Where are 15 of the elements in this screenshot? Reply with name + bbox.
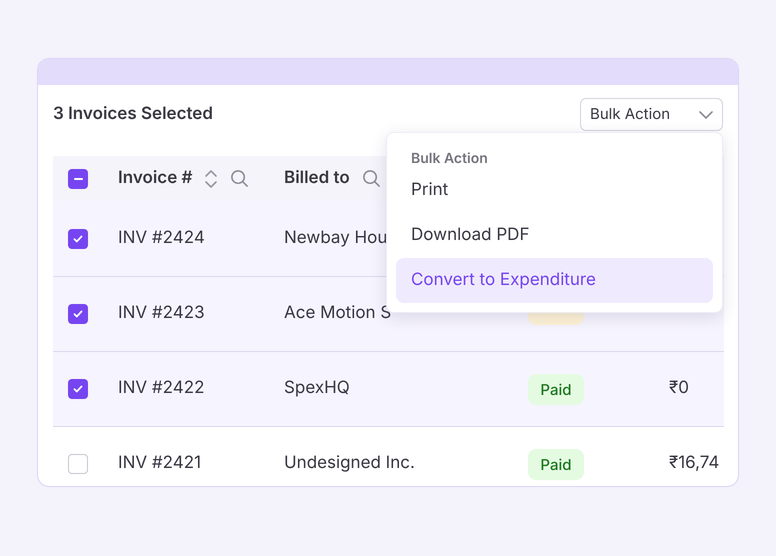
table-cell-text: ₹16,74 — [669, 452, 720, 476]
table-cell: Undesigned Inc. — [284, 453, 415, 474]
table-cell: SpexHQ — [284, 378, 350, 398]
table-cell: INV #2421 — [118, 453, 202, 474]
table-cell: INV #2424 — [118, 228, 205, 248]
selection-title: 3 Invoices Selected — [53, 102, 213, 126]
table-cell: INV #2423 — [118, 303, 205, 324]
column-header: Billed to — [284, 166, 350, 190]
table-cell-text: ₹0 — [669, 377, 689, 400]
column-header: Invoice # — [118, 166, 192, 190]
status-badge: Paid — [528, 374, 584, 404]
status-badge: Paid — [528, 448, 584, 480]
table-cell: INV #2422 — [118, 378, 204, 398]
menu-heading: Bulk Action — [410, 149, 489, 168]
table-cell: Newbay Hou — [284, 228, 388, 248]
